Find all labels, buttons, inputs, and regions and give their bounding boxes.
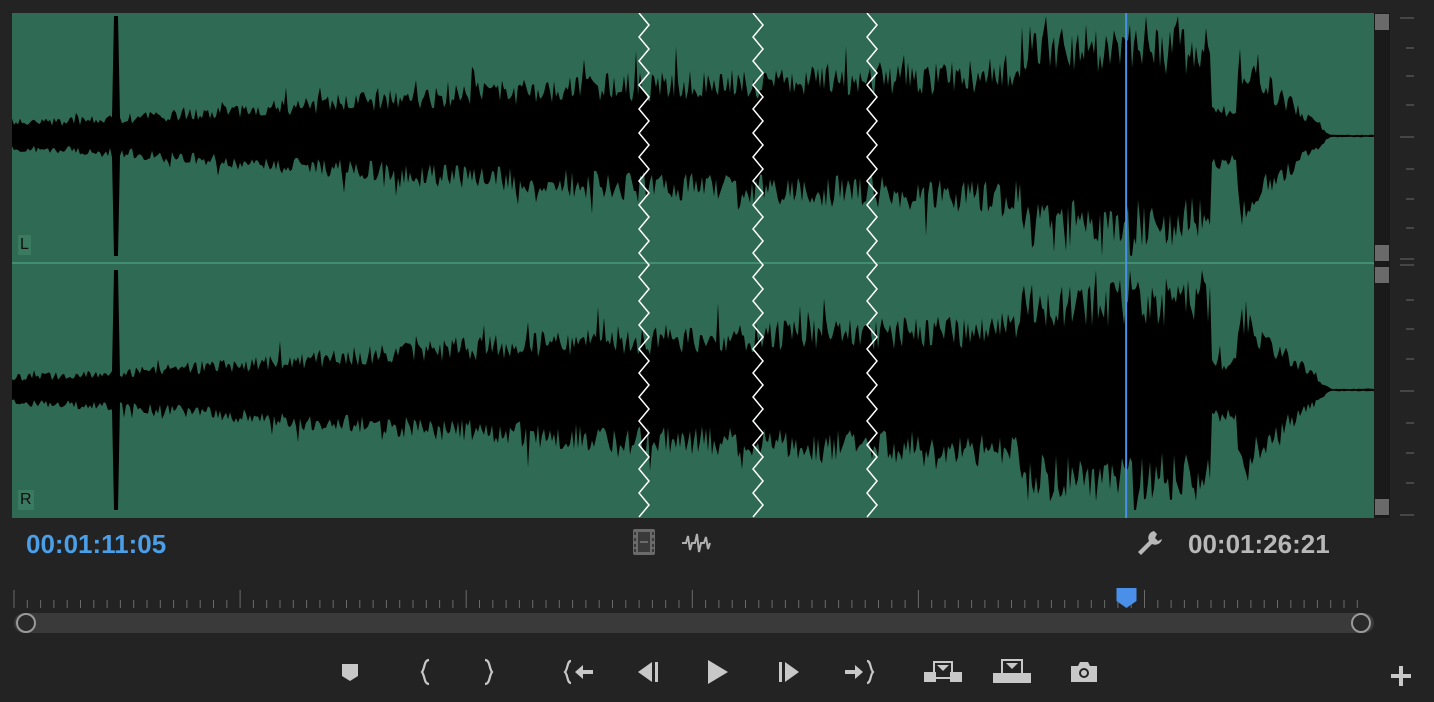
left-zoom-bottom-handle[interactable] (1375, 245, 1389, 261)
mark-out-icon (484, 658, 494, 686)
mark-in-button[interactable] (408, 655, 442, 689)
waveform-channel (12, 16, 1374, 256)
overwrite-icon (993, 659, 1031, 683)
left-channel-label: L (18, 235, 31, 255)
current-timecode[interactable]: 00:01:11:05 (26, 529, 166, 559)
zoom-handle-right[interactable] (1351, 613, 1371, 633)
step-forward-button[interactable] (772, 655, 806, 689)
button-editor-add[interactable] (1384, 659, 1418, 693)
insert-button[interactable] (921, 655, 965, 689)
play-button[interactable] (700, 655, 734, 689)
go-to-out-icon (845, 659, 875, 685)
step-back-button[interactable] (631, 655, 665, 689)
go-to-in-button[interactable] (560, 655, 600, 689)
playhead-marker[interactable] (1116, 588, 1137, 608)
mark-out-button[interactable] (472, 655, 506, 689)
right-zoom-top-handle[interactable] (1375, 267, 1389, 283)
overwrite-button[interactable] (990, 655, 1034, 689)
zoom-handle-left[interactable] (16, 613, 36, 633)
zoom-scroll-bar[interactable] (14, 613, 1374, 633)
mark-in-icon (420, 658, 430, 686)
left-zoom-top-handle[interactable] (1375, 14, 1389, 30)
add-marker-icon (342, 664, 358, 681)
step-forward-icon (779, 662, 799, 682)
amplitude-ruler (1400, 17, 1414, 516)
audio-waveform-icon[interactable] (681, 532, 711, 554)
waveform-svg (12, 13, 1374, 518)
wrench-icon[interactable] (1136, 529, 1166, 557)
film-strip-icon[interactable] (632, 528, 656, 556)
waveform-channel (12, 270, 1374, 510)
go-to-out-button[interactable] (838, 655, 878, 689)
audio-waveform-display[interactable]: L R (12, 13, 1374, 518)
add-button-icon (1391, 666, 1411, 686)
export-frame-icon (1071, 662, 1097, 682)
right-zoom-bottom-handle[interactable] (1375, 499, 1389, 515)
go-to-in-icon (563, 659, 593, 685)
play-icon (708, 660, 728, 684)
step-back-icon (638, 662, 658, 682)
insert-icon (924, 661, 962, 682)
duration-timecode: 00:01:26:21 (1188, 529, 1330, 559)
add-marker-button[interactable] (333, 655, 367, 689)
right-channel-label: R (18, 490, 34, 510)
time-ruler[interactable] (12, 588, 1372, 610)
vertical-zoom-strip[interactable] (1374, 13, 1390, 518)
export-frame-button[interactable] (1067, 655, 1101, 689)
